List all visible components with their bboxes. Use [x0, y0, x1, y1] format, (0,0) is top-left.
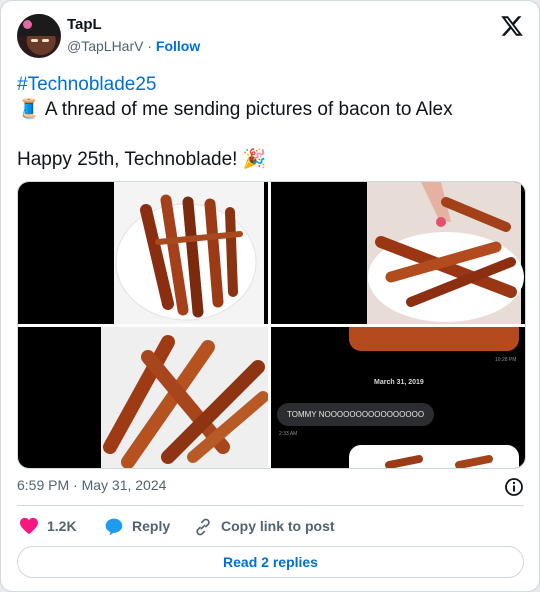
- heart-icon: [20, 517, 38, 535]
- thread-emoji: 🧵: [17, 99, 41, 120]
- tweet-card: TapL @TapLHarV · Follow #Technoblade25 🧵…: [0, 0, 540, 592]
- media-grid: 10:28 PM March 31, 2019 TOMMY NOOOOOOOOO…: [17, 181, 526, 469]
- tweet-text: #Technoblade25 🧵 A thread of me sending …: [17, 72, 522, 172]
- hashtag-link[interactable]: #Technoblade25: [17, 74, 156, 95]
- author-name[interactable]: TapL: [67, 16, 102, 33]
- copy-link-label: Copy link to post: [221, 518, 335, 534]
- divider: [17, 505, 524, 506]
- chat-image-bubble-top: [349, 327, 519, 351]
- tweet-line-2: Happy 25th, Technoblade!: [17, 149, 238, 170]
- x-logo-icon[interactable]: [500, 14, 524, 38]
- media-photo-3[interactable]: [18, 327, 268, 468]
- media-chat-screenshot[interactable]: 10:28 PM March 31, 2019 TOMMY NOOOOOOOOO…: [271, 327, 525, 468]
- chat-message: TOMMY NOOOOOOOOOOOOOOOO: [277, 403, 435, 426]
- avatar[interactable]: [17, 14, 61, 58]
- like-count: 1.2K: [47, 518, 77, 534]
- chat-date: March 31, 2019: [374, 379, 424, 386]
- tweet-timestamp[interactable]: 6:59 PM · May 31, 2024: [17, 477, 166, 493]
- read-replies-button[interactable]: Read 2 replies: [17, 546, 524, 578]
- link-icon: [196, 518, 210, 536]
- chat-image-bubble-bottom: [349, 445, 519, 468]
- author-handle-row: @TapLHarV · Follow: [67, 38, 200, 54]
- reply-bubble-icon: [105, 518, 123, 536]
- chat-time-top: 10:28 PM: [495, 357, 517, 363]
- info-icon[interactable]: [504, 477, 524, 497]
- party-emoji: 🎉: [242, 149, 267, 170]
- author-handle[interactable]: @TapLHarV: [67, 38, 143, 54]
- tweet-line-1: A thread of me sending pictures of bacon…: [44, 99, 453, 120]
- chat-time-message: 2:33 AM: [279, 431, 298, 437]
- media-photo-1[interactable]: [18, 182, 268, 324]
- media-photo-2[interactable]: [271, 182, 525, 324]
- handle-separator: ·: [147, 38, 153, 54]
- reply-label: Reply: [132, 518, 171, 534]
- follow-button[interactable]: Follow: [156, 38, 200, 54]
